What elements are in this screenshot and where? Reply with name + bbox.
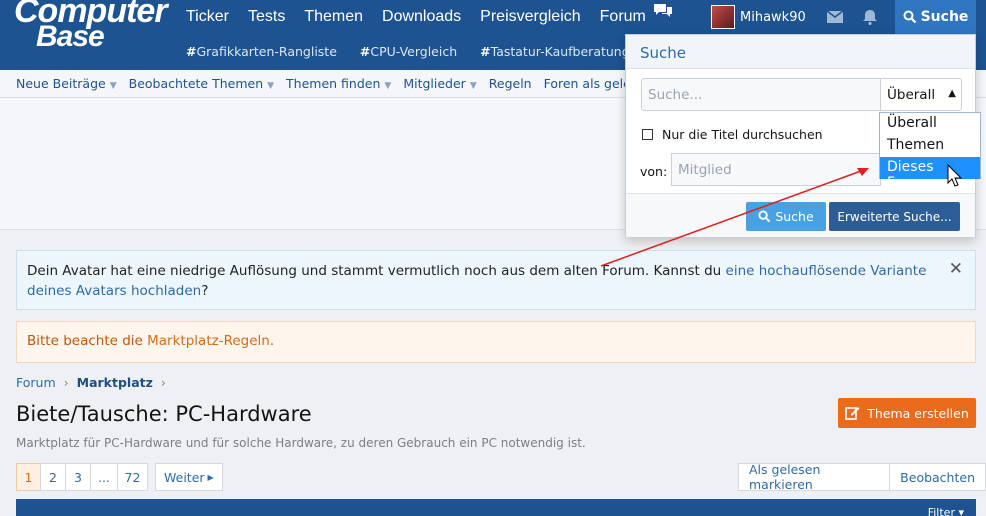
annotation-arrow bbox=[600, 170, 862, 267]
annotation-overlay bbox=[600, 163, 963, 267]
mouse-cursor-icon bbox=[947, 163, 963, 187]
